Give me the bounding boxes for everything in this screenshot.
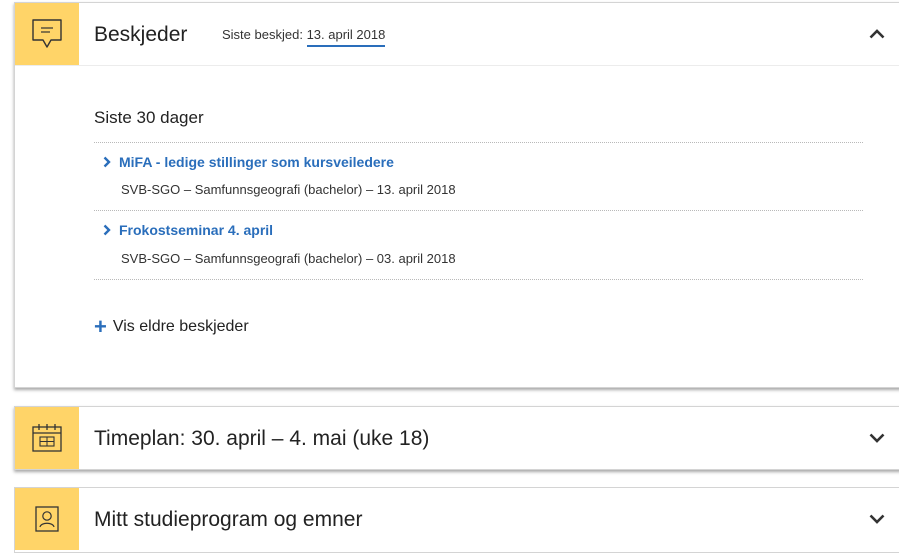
person-icon <box>15 488 79 550</box>
schedule-panel-header[interactable]: Timeplan: 30. april – 4. mai (uke 18) <box>15 407 899 469</box>
program-panel[interactable]: Mitt studieprogram og emner <box>14 487 899 553</box>
chevron-right-icon <box>103 156 111 168</box>
chevron-right-icon <box>103 224 111 236</box>
plus-icon: + <box>94 314 107 339</box>
messages-panel-header[interactable]: Beskjeder Siste beskjed: 13. april 2018 <box>15 3 899 65</box>
show-older-label: Vis eldre beskjeder <box>112 318 249 335</box>
program-panel-title: Mitt studieprogram og emner <box>94 508 363 531</box>
divider <box>94 142 863 143</box>
message-icon <box>15 3 79 65</box>
message-link[interactable]: Frokostseminar 4. april <box>103 222 273 238</box>
last-message-info: Siste beskjed: 13. april 2018 <box>222 27 386 47</box>
message-title: MiFA - ledige stillinger som kursveilede… <box>119 154 394 170</box>
last-message-date[interactable]: 13. april 2018 <box>306 27 386 47</box>
chevron-up-icon[interactable] <box>868 25 886 43</box>
chevron-down-icon[interactable] <box>868 510 886 528</box>
schedule-panel[interactable]: Timeplan: 30. april – 4. mai (uke 18) <box>14 406 899 470</box>
message-meta: SVB-SGO – Samfunnsgeografi (bachelor) – … <box>121 182 456 197</box>
messages-panel-body: Siste 30 dager MiFA - ledige stillinger … <box>15 65 899 388</box>
message-title: Frokostseminar 4. april <box>119 222 274 238</box>
section-title: Siste 30 dager <box>94 108 204 127</box>
messages-panel: Beskjeder Siste beskjed: 13. april 2018 … <box>14 2 899 388</box>
schedule-panel-title: Timeplan: 30. april – 4. mai (uke 18) <box>94 427 430 450</box>
calendar-icon <box>15 407 79 469</box>
program-panel-header[interactable]: Mitt studieprogram og emner <box>15 488 899 550</box>
last-message-label: Siste beskjed: <box>222 27 303 42</box>
divider <box>94 210 863 211</box>
show-older-messages-button[interactable]: + Vis eldre beskjeder <box>94 314 249 339</box>
chevron-down-icon[interactable] <box>868 429 886 447</box>
message-meta: SVB-SGO – Samfunnsgeografi (bachelor) – … <box>121 251 456 266</box>
divider <box>94 279 863 280</box>
messages-panel-title: Beskjeder <box>94 23 188 46</box>
message-link[interactable]: MiFA - ledige stillinger som kursveilede… <box>103 154 394 170</box>
